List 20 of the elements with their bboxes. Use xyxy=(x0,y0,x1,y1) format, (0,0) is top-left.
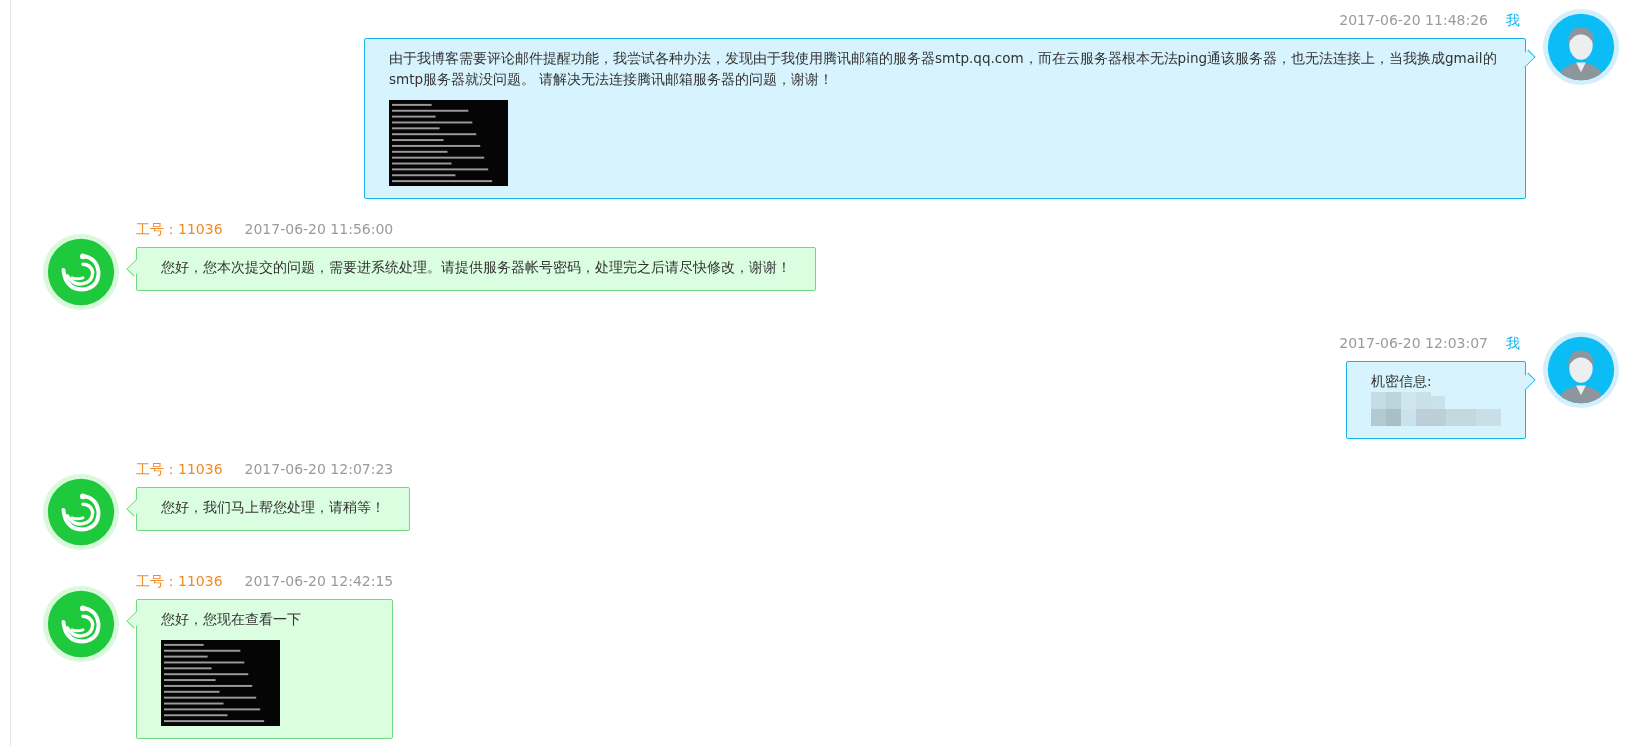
swirl-avatar-icon xyxy=(42,473,120,551)
person-avatar-icon xyxy=(1542,8,1620,86)
message-text: 您好，我们马上帮您处理，请稍等！ xyxy=(161,498,385,517)
message-time: 2017-06-20 11:48:26 xyxy=(1339,11,1488,30)
message-text: 您好，您现在查看一下 xyxy=(161,610,301,629)
message-time: 2017-06-20 11:56:00 xyxy=(244,220,394,239)
agent-id: 工号：11036 xyxy=(136,572,223,591)
person-avatar-icon xyxy=(1542,331,1620,409)
message-time: 2017-06-20 12:42:15 xyxy=(244,572,394,591)
swirl-avatar-icon xyxy=(42,585,120,663)
message-time: 2017-06-20 12:07:23 xyxy=(244,460,394,479)
sender-name: 我 xyxy=(1506,11,1520,30)
swirl-avatar-icon xyxy=(42,233,120,311)
sender-name: 我 xyxy=(1506,334,1520,353)
message-text: 您好，您本次提交的问题，需要进系统处理。请提供服务器帐号密码，处理完之后请尽快修改，谢谢！ xyxy=(161,258,791,277)
message-text: 机密信息: xyxy=(1371,372,1432,391)
agent-id: 工号：11036 xyxy=(136,220,223,239)
message-text: 由于我博客需要评论邮件提醒功能，我尝试各种办法，发现由于我使用腾讯邮箱的服务器smtp.qq.com，而在云服务器根本无法ping通该服务器，也无法连接上，当我换成gmail的smtp服务器就没问题。 请解决无法连接腾讯邮箱服务器的问题，谢谢！ xyxy=(389,49,1498,89)
message-time: 2017-06-20 12:03:07 xyxy=(1339,334,1488,353)
agent-id: 工号：11036 xyxy=(136,460,223,479)
